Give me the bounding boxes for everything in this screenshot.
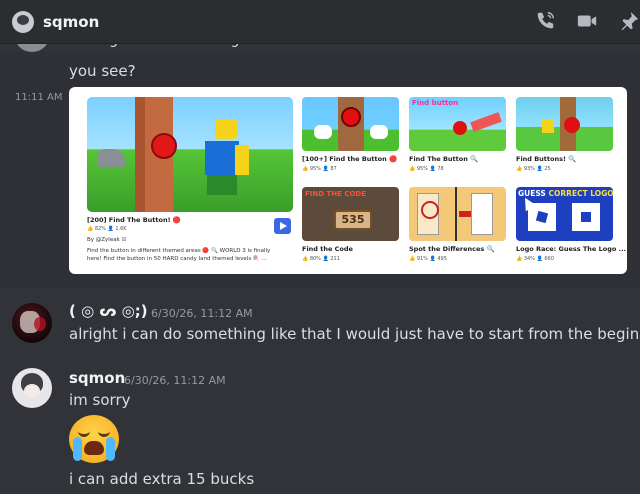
message-author[interactable]: sqmon (69, 369, 125, 387)
game-stats: 👍 91% 👤 495 (409, 256, 447, 262)
message-timestamp: 11:11 AM (15, 92, 63, 103)
game-stats: 👍 93% 👤 25 (516, 166, 551, 172)
red-button (453, 121, 467, 135)
game-title[interactable]: Find The Button 🔍 (409, 155, 478, 163)
message-text: im sorry (69, 391, 131, 409)
featured-game-creator[interactable]: By @Zyleak ☑ (87, 237, 126, 243)
avatar[interactable] (12, 368, 52, 408)
image-attachment[interactable]: [200] Find The Button! 🔴 👍 82% 👤 1.6K By… (69, 87, 627, 274)
contact-name[interactable]: sqmon (43, 13, 99, 31)
game-stats: 👍 95% 👤 78 (409, 166, 444, 172)
featured-game-description: here! Find the button in 50 HARD candy l… (87, 256, 267, 262)
featured-game-stats: 👍 82% 👤 1.6K (87, 226, 127, 232)
loudly-crying-face-icon (69, 415, 119, 463)
thumbnail-logo-text: Find button (412, 99, 459, 107)
play-button[interactable] (274, 218, 291, 234)
message-author[interactable]: ( ◎ ᔕ ◎;) (69, 302, 148, 320)
message-text: alright i can do something like that I w… (69, 325, 640, 343)
phone-call-icon[interactable] (534, 10, 556, 36)
game-stats: 👍 95% 👤 87 (302, 166, 337, 172)
game-thumbnail[interactable] (302, 97, 399, 151)
pin-icon[interactable] (618, 10, 640, 36)
game-title[interactable]: Spot the Differences 🔍 (409, 245, 495, 253)
game-stats: 👍 80% 👤 211 (302, 256, 340, 262)
featured-game-title[interactable]: [200] Find The Button! 🔴 (87, 216, 181, 224)
noob-character (205, 141, 239, 175)
game-title[interactable]: [100+] Find the Button 🔴 (302, 155, 397, 163)
rock (97, 149, 125, 167)
game-thumbnail[interactable] (516, 97, 613, 151)
dm-header: sqmon (0, 0, 640, 44)
red-button (341, 107, 361, 127)
message-text: you see? (69, 62, 136, 80)
difference-circle (421, 201, 439, 219)
game-thumbnail[interactable]: GUESS CORRECT LOGO (516, 187, 613, 241)
featured-game-description: Find the button in different themed area… (87, 248, 271, 254)
thumbnail-logo-text: FIND THE CODE (305, 190, 367, 198)
game-thumbnail[interactable]: Find button (409, 97, 506, 151)
game-title[interactable]: Find Buttons! 🔍 (516, 155, 576, 163)
message-timestamp: 6/30/26, 11:12 AM (151, 307, 253, 320)
message-text: i can add extra 15 bucks (69, 470, 255, 488)
game-title[interactable]: Logo Race: Guess The Logo ... (516, 245, 626, 253)
featured-game-thumbnail[interactable] (87, 97, 293, 212)
avatar[interactable] (12, 303, 52, 343)
game-thumbnail[interactable] (409, 187, 506, 241)
video-call-icon[interactable] (576, 10, 598, 36)
game-thumbnail[interactable]: FIND THE CODE 535 (302, 187, 399, 241)
game-title[interactable]: Find the Code (302, 245, 353, 253)
red-button (564, 117, 580, 133)
code-sign: 535 (334, 210, 372, 230)
red-button (151, 133, 177, 159)
message-timestamp: 6/30/26, 11:12 AM (124, 374, 226, 387)
thumbnail-logo-text: GUESS CORRECT LOGO (518, 189, 613, 198)
game-stats: 👍 34% 👤 660 (516, 256, 554, 262)
contact-avatar[interactable] (12, 10, 34, 33)
